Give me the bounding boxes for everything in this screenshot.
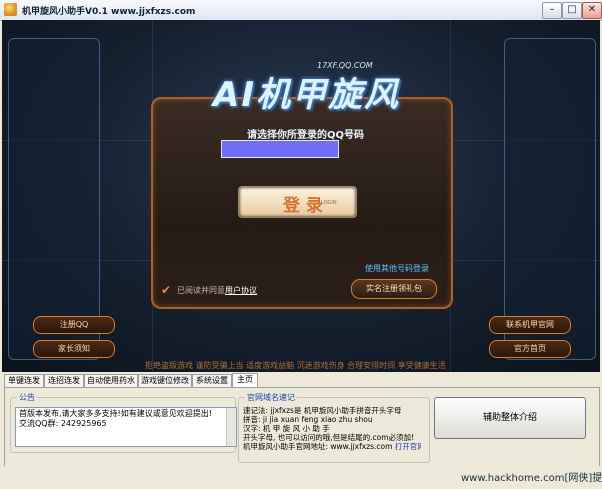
website-line: 机甲旋风小助手官网地址: www.jjxfxzs.com 打开官网 xyxy=(243,442,421,451)
title-bar[interactable]: 机甲旋风小助手V0.1 www.jjxfxzs.com – □ ✕ xyxy=(0,0,602,21)
user-agreement-link[interactable]: 用户协议 xyxy=(225,286,257,295)
logo-text: AI机甲旋风 xyxy=(213,75,400,115)
website-line: 开头字母, 也可以访问的哦,但是结尾的.com必须加! xyxy=(243,433,415,442)
minimize-button[interactable]: – xyxy=(542,2,562,19)
health-gaming-notice: 拒绝盗版游戏 谨防受骗上当 适度游戏益脑 沉迷游戏伤身 合理安排时间 享受健康生… xyxy=(145,361,446,370)
logo-subtitle: 17XF.QQ.COM xyxy=(317,61,373,70)
game-logo: AI机甲旋风 17XF.QQ.COM xyxy=(205,55,398,125)
notice-legend: 公告 xyxy=(17,392,37,403)
tab-combo[interactable]: 连招连发 xyxy=(44,374,84,387)
window-title: 机甲旋风小助手V0.1 www.jjxfxzs.com xyxy=(22,7,196,17)
intro-button[interactable]: 辅助整体介绍 xyxy=(434,397,586,439)
open-website-link[interactable]: 打开官网 xyxy=(395,442,421,451)
website-address: 机甲旋风小助手官网地址: www.jjxfxzs.com xyxy=(243,442,393,451)
register-qq-button[interactable]: 注册QQ xyxy=(33,316,115,334)
agree-checkbox[interactable]: ✔ xyxy=(161,284,173,296)
login-button-label: 登 录 xyxy=(283,196,323,216)
close-button[interactable]: ✕ xyxy=(582,2,602,19)
login-button[interactable]: 登 录 LOGIN xyxy=(238,186,357,218)
tab-settings[interactable]: 系统设置 xyxy=(192,374,232,387)
watermark-text: www.hackhome.com[网侠]提供 xyxy=(461,473,602,484)
website-line: 汉字: 机 甲 旋 风 小 助 手 xyxy=(243,424,330,433)
official-homepage-button[interactable]: 官方首页 xyxy=(489,340,571,358)
notice-scrollbar[interactable] xyxy=(226,408,236,446)
parent-monitor-button[interactable]: 家长须知 xyxy=(33,340,115,358)
website-line: 速记法: jjxfxzs是 机甲旋风小助手拼音开头字母 xyxy=(243,406,402,415)
agree-label: 已阅读并同意用户协议 xyxy=(177,285,257,296)
app-icon xyxy=(4,3,17,16)
maximize-button[interactable]: □ xyxy=(562,2,582,19)
realname-register-button[interactable]: 实名注册领礼包 xyxy=(351,279,437,299)
qq-number-select[interactable] xyxy=(221,140,339,158)
notice-line: 首版本发布,请大家多多支持!如有建议或意见欢迎提出! xyxy=(19,409,212,418)
other-account-link[interactable]: 使用其他号码登录 xyxy=(365,263,429,274)
right-frame xyxy=(504,38,596,360)
left-frame xyxy=(8,38,100,360)
website-legend: 官网域名速记 xyxy=(245,392,297,403)
website-info: 速记法: jjxfxzs是 机甲旋风小助手拼音开头字母 拼音: ji jia x… xyxy=(243,406,421,452)
notice-group: 公告 首版本发布,请大家多多支持!如有建议或意见欢迎提出! 交流QQ群: 242… xyxy=(10,392,237,453)
agree-text: 已阅读并同意 xyxy=(177,286,225,295)
tab-single-key[interactable]: 单键连发 xyxy=(4,374,44,387)
login-button-sublabel: LOGIN xyxy=(321,200,337,206)
app-window: 机甲旋风小助手V0.1 www.jjxfxzs.com – □ ✕ AI机甲旋风… xyxy=(0,0,602,489)
choose-qq-label: 请选择你所登录的QQ号码 xyxy=(247,130,365,141)
tab-home[interactable]: 主页 xyxy=(232,373,258,388)
official-site-button[interactable]: 联系机甲官网 xyxy=(489,316,571,334)
tab-auto-potion[interactable]: 自动使用药水 xyxy=(84,374,138,387)
tab-key-mapping[interactable]: 游戏键位修改 xyxy=(138,374,192,387)
notice-line: 交流QQ群: 242925965 xyxy=(19,419,107,428)
website-group: 官网域名速记 速记法: jjxfxzs是 机甲旋风小助手拼音开头字母 拼音: j… xyxy=(238,392,430,463)
notice-textbox[interactable]: 首版本发布,请大家多多支持!如有建议或意见欢迎提出! 交流QQ群: 242925… xyxy=(15,407,237,447)
website-line: 拼音: ji jia xuan feng xiao zhu shou xyxy=(243,415,373,424)
